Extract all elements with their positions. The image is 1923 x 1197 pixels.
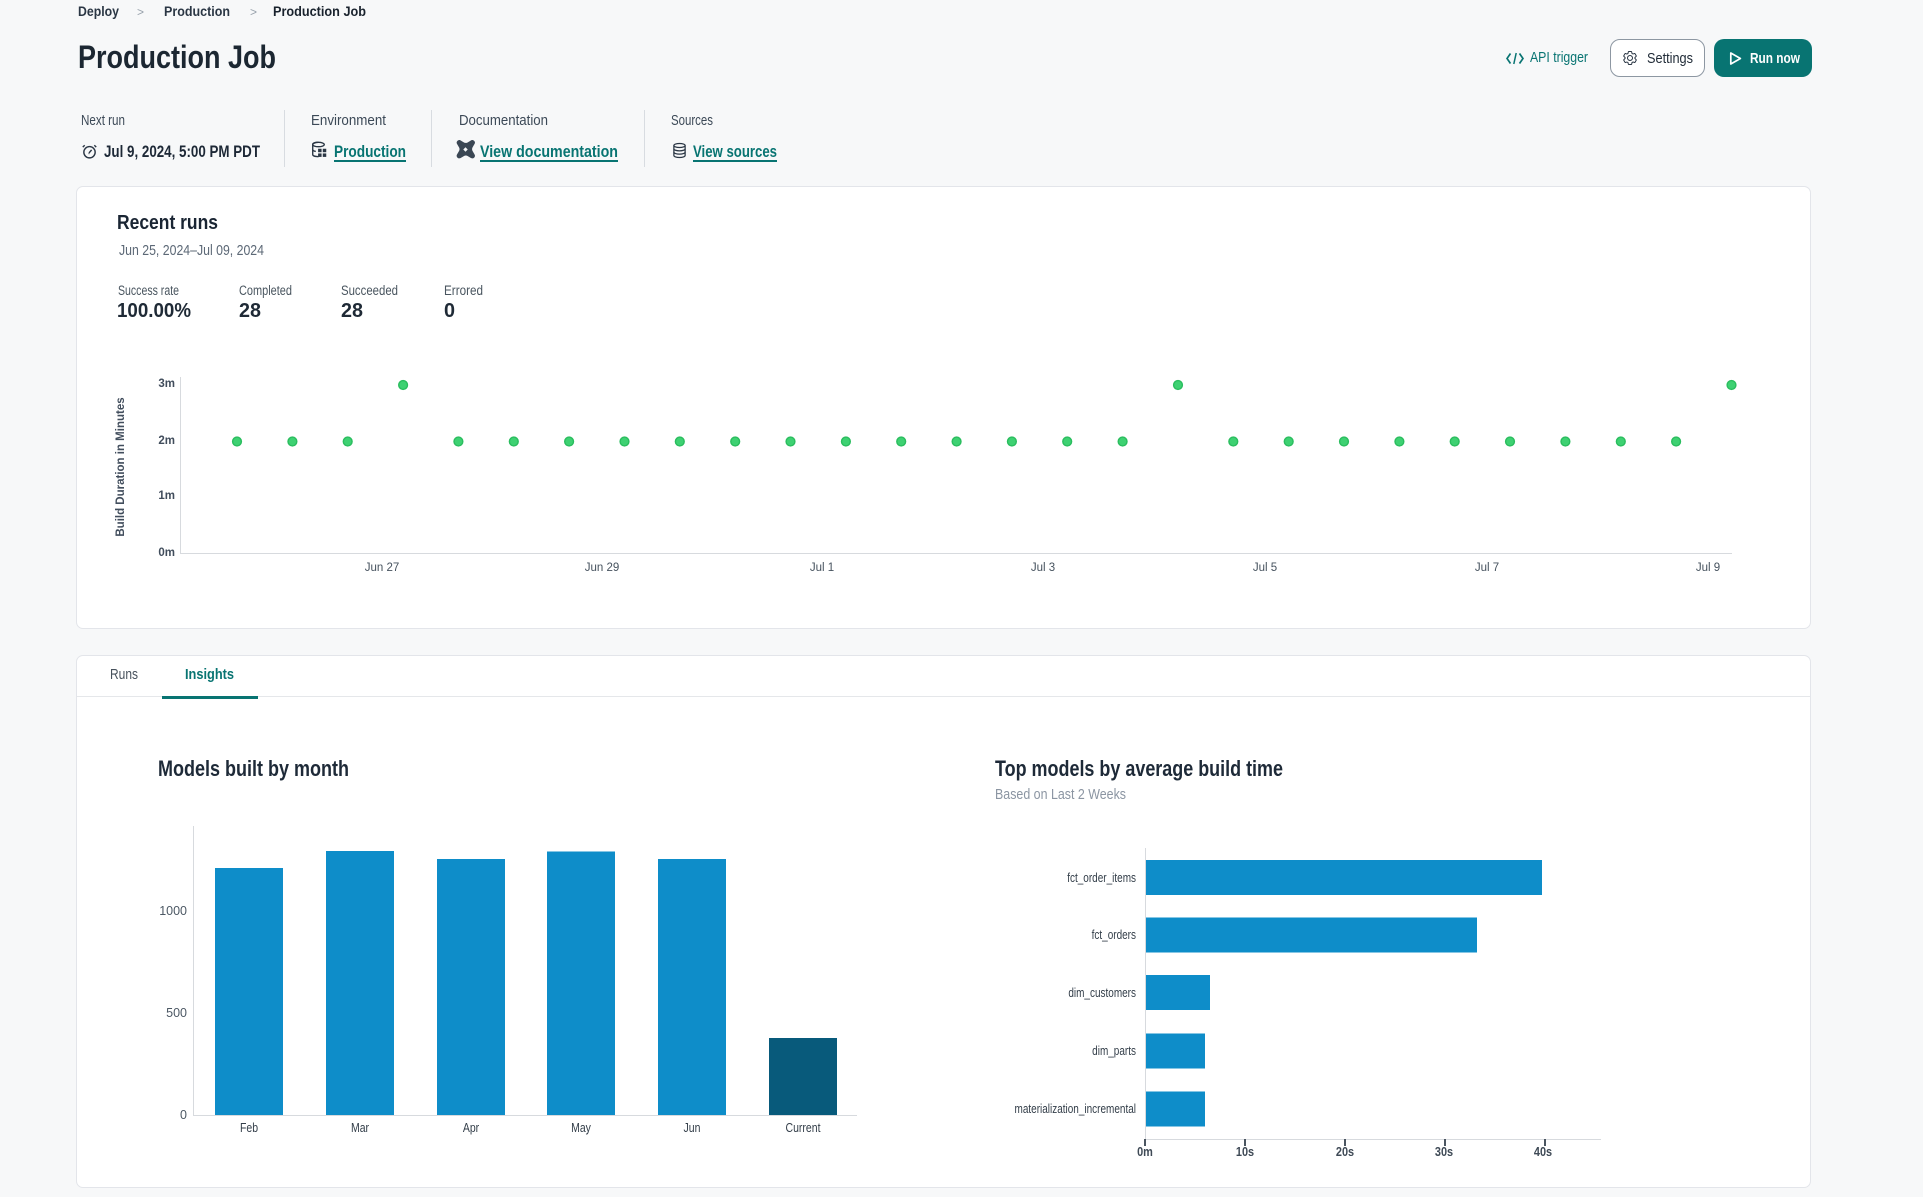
svg-text:1m: 1m bbox=[158, 490, 175, 502]
svg-text:0: 0 bbox=[180, 1108, 187, 1122]
svg-text:Current: Current bbox=[786, 1122, 822, 1135]
svg-text:Jul 9: Jul 9 bbox=[1696, 562, 1720, 574]
svg-text:500: 500 bbox=[166, 1006, 187, 1020]
svg-text:dim_customers: dim_customers bbox=[1068, 987, 1136, 1000]
svg-text:1000: 1000 bbox=[159, 904, 187, 918]
svg-text:dim_parts: dim_parts bbox=[1092, 1045, 1136, 1058]
svg-text:Mar: Mar bbox=[351, 1122, 369, 1135]
svg-text:Jul 3: Jul 3 bbox=[1031, 562, 1055, 574]
svg-text:Build Duration in Minutes: Build Duration in Minutes bbox=[115, 397, 127, 536]
svg-text:3m: 3m bbox=[158, 378, 175, 390]
svg-text:Jun: Jun bbox=[684, 1122, 701, 1135]
svg-text:Apr: Apr bbox=[463, 1122, 479, 1135]
svg-text:materialization_incremental: materialization_incremental bbox=[1015, 1103, 1136, 1116]
svg-text:0m: 0m bbox=[1137, 1144, 1153, 1159]
svg-text:40s: 40s bbox=[1534, 1144, 1553, 1159]
svg-text:Jul 5: Jul 5 bbox=[1253, 562, 1277, 574]
svg-text:30s: 30s bbox=[1435, 1144, 1454, 1159]
svg-text:Jun 27: Jun 27 bbox=[365, 562, 400, 574]
svg-text:2m: 2m bbox=[158, 435, 175, 447]
svg-text:20s: 20s bbox=[1336, 1144, 1355, 1159]
svg-text:Jun 29: Jun 29 bbox=[585, 562, 620, 574]
svg-text:fct_order_items: fct_order_items bbox=[1067, 872, 1136, 885]
svg-text:fct_orders: fct_orders bbox=[1092, 929, 1137, 942]
svg-text:10s: 10s bbox=[1236, 1144, 1255, 1159]
svg-text:0m: 0m bbox=[158, 547, 175, 559]
svg-text:Feb: Feb bbox=[240, 1122, 258, 1135]
svg-text:Jul 7: Jul 7 bbox=[1475, 562, 1499, 574]
svg-text:Jul 1: Jul 1 bbox=[810, 562, 834, 574]
svg-text:May: May bbox=[571, 1122, 591, 1135]
